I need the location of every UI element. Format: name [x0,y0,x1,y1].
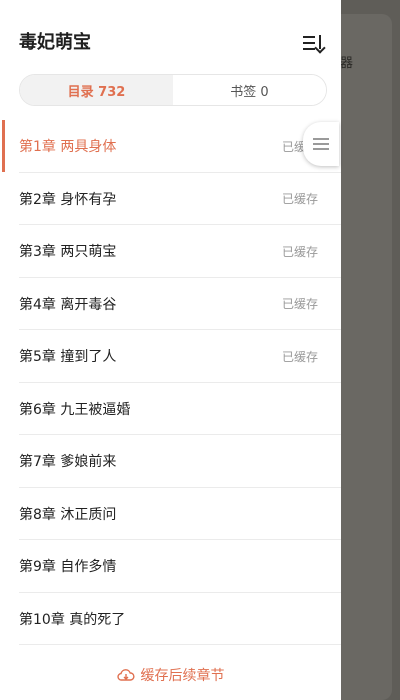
chapter-title: 第3章 两只萌宝 [19,244,117,261]
cached-status: 已缓存 [282,244,319,259]
drawer-header: 毒妃萌宝 [0,0,341,70]
reader-page-text: 器 [340,56,354,71]
chapter-title: 第1章 两具身体 [19,139,117,156]
cache-remaining-label: 缓存后续章节 [140,668,225,684]
cloud-download-icon [116,668,135,682]
tab-catalog[interactable]: 目录 732 [20,75,173,105]
cached-status: 已缓存 [282,297,319,312]
current-chapter-marker [2,120,5,172]
chapter-row-7[interactable]: 第7章 爹娘前来 [0,435,341,488]
chapter-row-8[interactable]: 第8章 沐正质问 [0,488,341,541]
chapter-drawer: 毒妃萌宝 目录 732 书签 0 第1章 两具身体 已缓存 第2章 身怀有孕 已… [0,0,341,700]
chapter-title: 第4章 离开毒谷 [19,296,117,313]
cache-remaining-button[interactable]: 缓存后续章节 [0,650,341,700]
chapter-title: 第2章 身怀有孕 [19,191,117,208]
chapter-title: 第5章 撞到了人 [19,349,117,366]
chapter-row-5[interactable]: 第5章 撞到了人 已缓存 [0,330,341,383]
chapter-row-10[interactable]: 第10章 真的死了 [0,593,341,646]
chapter-row-4[interactable]: 第4章 离开毒谷 已缓存 [0,278,341,331]
chapter-row-9[interactable]: 第9章 自作多情 [0,540,341,593]
chapter-title: 第9章 自作多情 [19,559,117,576]
cached-status: 已缓存 [282,192,319,207]
sort-order-button[interactable] [300,32,326,54]
chapter-title: 第10章 真的死了 [19,611,126,628]
chapter-row-3[interactable]: 第3章 两只萌宝 已缓存 [0,225,341,278]
floating-menu-button[interactable] [303,122,339,166]
chapter-title: 第6章 九王被逼婚 [19,401,131,418]
chapter-row-1[interactable]: 第1章 两具身体 已缓存 [0,120,341,173]
cached-status: 已缓存 [282,349,319,364]
chapter-title: 第8章 沐正质问 [19,506,117,523]
chapter-title: 第7章 爹娘前来 [19,454,117,471]
chapter-row-2[interactable]: 第2章 身怀有孕 已缓存 [0,173,341,226]
drawer-tabs: 目录 732 书签 0 [19,74,327,106]
book-title: 毒妃萌宝 [19,32,91,53]
chapter-row-6[interactable]: 第6章 九王被逼婚 [0,383,341,436]
chapter-list: 第1章 两具身体 已缓存 第2章 身怀有孕 已缓存 第3章 两只萌宝 已缓存 第… [0,120,341,645]
menu-icon [313,138,329,150]
tab-bookmarks[interactable]: 书签 0 [173,75,326,105]
